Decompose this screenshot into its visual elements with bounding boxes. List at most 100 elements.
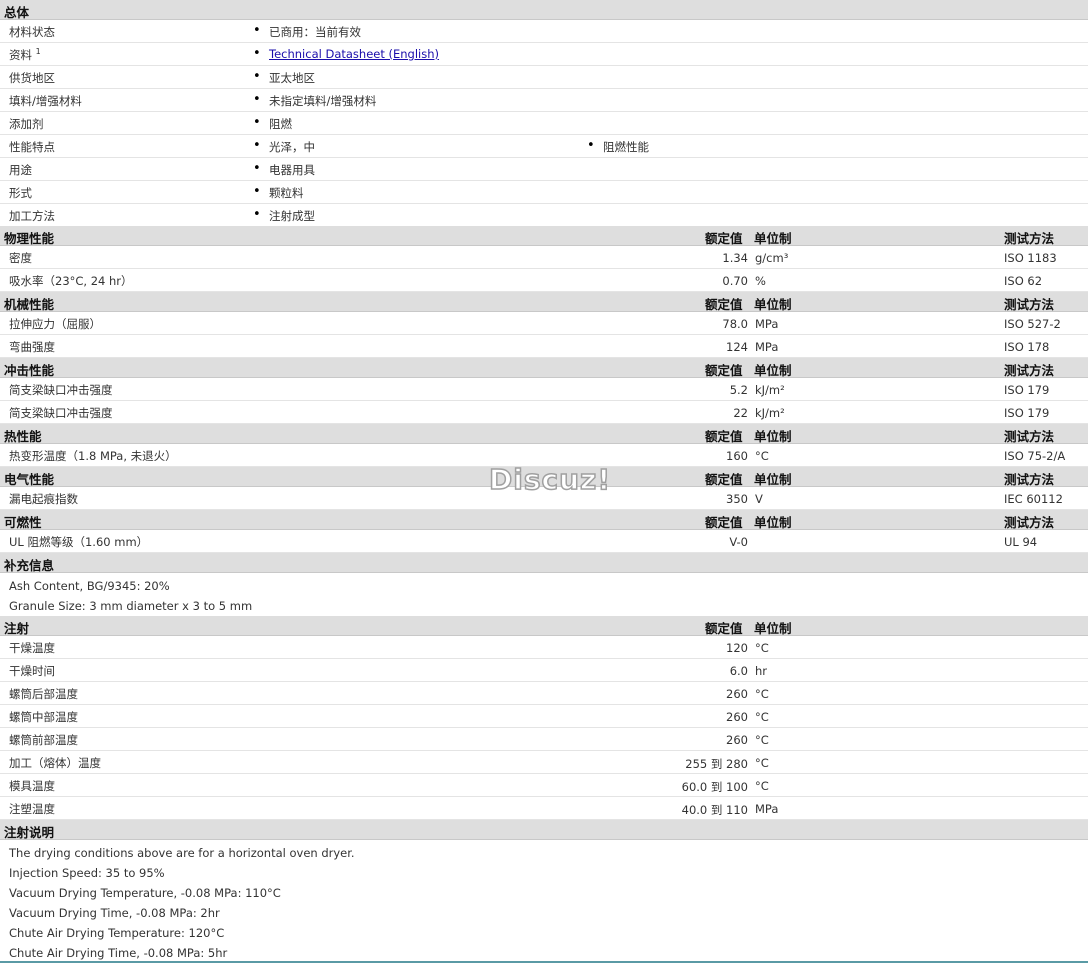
nominal-value: 260 xyxy=(726,687,748,701)
col-header-unit: 单位制 xyxy=(754,363,792,378)
table-row: 干燥温度 120 °C xyxy=(0,636,1088,659)
note-line: Vacuum Drying Time, -0.08 MPa: 2hr xyxy=(9,906,220,920)
list-item: 阻燃性能 xyxy=(587,138,649,155)
row-label: 密度 xyxy=(9,251,32,265)
col-header-value: 额定值 xyxy=(705,363,743,378)
table-row: 资料 1 Technical Datasheet (English) xyxy=(0,43,1088,66)
table-row: 填料/增强材料 未指定填料/增强材料 xyxy=(0,89,1088,112)
table-row: 螺筒前部温度 260 °C xyxy=(0,728,1088,751)
nominal-value: 1.34 xyxy=(722,251,748,265)
note-line: Chute Air Drying Time, -0.08 MPa: 5hr xyxy=(9,946,228,960)
unit: MPa xyxy=(755,340,779,354)
table-row: 模具温度 60.0 到 100 °C xyxy=(0,774,1088,797)
row-label: 简支梁缺口冲击强度 xyxy=(9,406,113,420)
test-method: ISO 75-2/A xyxy=(1004,449,1066,463)
col-header-unit: 单位制 xyxy=(754,472,792,487)
table-row: 加工方法 注射成型 xyxy=(0,204,1088,227)
row-label: UL 阻燃等级（1.60 mm） xyxy=(9,535,149,549)
unit: % xyxy=(755,274,766,288)
table-row: 拉伸应力（屈服） 78.0 MPa ISO 527-2 xyxy=(0,312,1088,335)
section-title: 电气性能 xyxy=(4,472,55,487)
table-row: 密度 1.34 g/cm³ ISO 1183 xyxy=(0,246,1088,269)
col-header-method: 测试方法 xyxy=(1004,363,1055,378)
nominal-value: 40.0 到 110 xyxy=(681,803,748,817)
unit: °C xyxy=(755,779,769,793)
list-item: 电器用具 xyxy=(253,161,315,178)
row-label: 加工方法 xyxy=(9,209,55,223)
list-item: 阻燃 xyxy=(253,115,292,132)
section-title: 热性能 xyxy=(4,429,42,444)
row-label: 添加剂 xyxy=(9,117,44,131)
note-line: Granule Size: 3 mm diameter x 3 to 5 mm xyxy=(9,599,253,613)
table-row: 干燥时间 6.0 hr xyxy=(0,659,1088,682)
col-header-method: 测试方法 xyxy=(1004,472,1055,487)
section-header-mechanical: 机械性能 额定值 单位制 测试方法 xyxy=(0,292,1088,312)
row-label: 模具温度 xyxy=(9,779,55,793)
note-line: Chute Air Drying Temperature: 120°C xyxy=(9,926,225,940)
nominal-value: 260 xyxy=(726,733,748,747)
col-header-unit: 单位制 xyxy=(754,621,792,636)
nominal-value: 350 xyxy=(726,492,748,506)
col-header-unit: 单位制 xyxy=(754,297,792,312)
unit: °C xyxy=(755,710,769,724)
table-row: 形式 颗粒料 xyxy=(0,181,1088,204)
list-item: 注射成型 xyxy=(253,207,315,224)
table-row: 弯曲强度 124 MPa ISO 178 xyxy=(0,335,1088,358)
section-header-supplement: 补充信息 xyxy=(0,553,1088,573)
col-header-value: 额定值 xyxy=(705,429,743,444)
col-header-value: 额定值 xyxy=(705,231,743,246)
section-title: 补充信息 xyxy=(4,558,55,573)
nominal-value: 5.2 xyxy=(729,383,748,397)
row-label: 填料/增强材料 xyxy=(9,94,82,108)
table-row: 材料状态 已商用：当前有效 xyxy=(0,20,1088,43)
col-header-method: 测试方法 xyxy=(1004,231,1055,246)
test-method: IEC 60112 xyxy=(1004,492,1063,506)
section-title: 总体 xyxy=(4,5,30,20)
section-title: 可燃性 xyxy=(4,515,42,530)
nominal-value: 260 xyxy=(726,710,748,724)
table-row: UL 阻燃等级（1.60 mm） V-0 UL 94 xyxy=(0,530,1088,553)
nominal-value: 160 xyxy=(726,449,748,463)
bottom-divider xyxy=(0,961,1088,963)
unit: V xyxy=(755,492,763,506)
table-row: 简支梁缺口冲击强度 5.2 kJ/m² ISO 179 xyxy=(0,378,1088,401)
nominal-value: 78.0 xyxy=(722,317,748,331)
nominal-value: 6.0 xyxy=(729,664,748,678)
table-row: 螺筒中部温度 260 °C xyxy=(0,705,1088,728)
row-label: 螺筒后部温度 xyxy=(9,687,78,701)
section-header-physical: 物理性能 额定值 单位制 测试方法 xyxy=(0,226,1088,246)
unit: °C xyxy=(755,641,769,655)
datasheet-link[interactable]: Technical Datasheet (English) xyxy=(269,47,439,61)
row-label: 干燥时间 xyxy=(9,664,55,678)
section-header-general: 总体 xyxy=(0,0,1088,20)
nominal-value: V-0 xyxy=(729,535,748,549)
table-row: 螺筒后部温度 260 °C xyxy=(0,682,1088,705)
table-row: 注塑温度 40.0 到 110 MPa xyxy=(0,797,1088,820)
list-item: 光泽，中 xyxy=(253,138,315,155)
table-row: 吸水率（23°C, 24 hr） 0.70 % ISO 62 xyxy=(0,269,1088,292)
row-label: 漏电起痕指数 xyxy=(9,492,78,506)
note-line: Injection Speed: 35 to 95% xyxy=(9,866,165,880)
col-header-value: 额定值 xyxy=(705,621,743,636)
table-row: 添加剂 阻燃 xyxy=(0,112,1088,135)
row-label: 性能特点 xyxy=(9,140,55,154)
watermark: Discuz! xyxy=(488,462,612,497)
table-row: 用途 电器用具 xyxy=(0,158,1088,181)
col-header-value: 额定值 xyxy=(705,472,743,487)
nominal-value: 22 xyxy=(733,406,748,420)
section-title: 物理性能 xyxy=(4,231,55,246)
note-line: The drying conditions above are for a ho… xyxy=(9,846,355,860)
list-item: 未指定填料/增强材料 xyxy=(253,92,376,109)
section-header-injection: 注射 额定值 单位制 xyxy=(0,616,1088,636)
list-item: 已商用：当前有效 xyxy=(253,23,361,40)
list-item: 颗粒料 xyxy=(253,184,303,201)
test-method: ISO 527-2 xyxy=(1004,317,1061,331)
unit: °C xyxy=(755,733,769,747)
col-header-method: 测试方法 xyxy=(1004,515,1055,530)
row-label: 用途 xyxy=(9,163,32,177)
row-label: 简支梁缺口冲击强度 xyxy=(9,383,113,397)
section-header-impact: 冲击性能 额定值 单位制 测试方法 xyxy=(0,358,1088,378)
unit: kJ/m² xyxy=(755,383,785,397)
col-header-value: 额定值 xyxy=(705,515,743,530)
section-title: 注射 xyxy=(4,621,30,636)
